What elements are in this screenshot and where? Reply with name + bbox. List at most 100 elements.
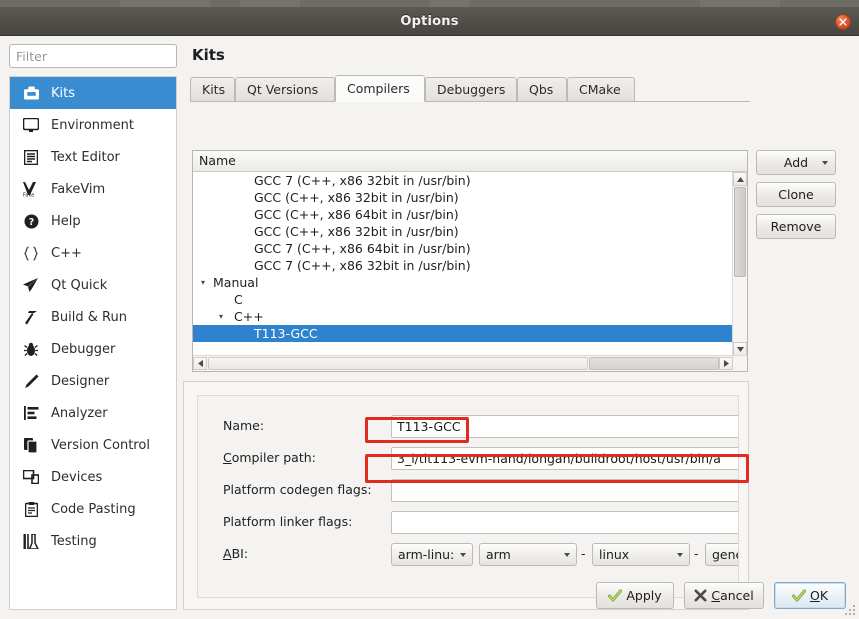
tree-vscroll-thumb[interactable] — [734, 187, 746, 277]
platform-linker-flags-input[interactable] — [391, 511, 738, 534]
name-label: Name: — [223, 418, 265, 433]
sidebar-item-kits[interactable]: Kits — [10, 77, 176, 109]
sidebar-item-code-pasting[interactable]: Code Pasting — [10, 493, 176, 525]
platform-codegen-flags-input[interactable] — [391, 479, 738, 502]
hammer-icon — [20, 308, 42, 326]
sidebar-item-label: C++ — [51, 245, 82, 261]
tree-row-label: GCC 7 (C++, x86 32bit in /usr/bin) — [254, 173, 471, 188]
scroll-down-icon[interactable] — [733, 342, 747, 356]
sidebar-item-label: FakeVim — [51, 181, 106, 197]
add-button-label: Add — [783, 155, 809, 170]
desktop-background-strip — [0, 0, 859, 7]
form-row-linker-flags: Platform linker flags: — [198, 508, 738, 536]
sidebar-item-cpp[interactable]: C++ — [10, 237, 176, 269]
abi-label: ABI: — [223, 546, 249, 561]
tree-row-manual[interactable]: ▾ Manual — [193, 274, 733, 291]
clone-button[interactable]: Clone — [756, 182, 836, 207]
tree-row-label: GCC (C++, x86 32bit in /usr/bin) — [254, 190, 459, 205]
question-circle-icon: ? — [20, 212, 42, 230]
sidebar-item-debugger[interactable]: Debugger — [10, 333, 176, 365]
tree-row[interactable]: GCC (C++, x86 64bit in /usr/bin) — [193, 206, 733, 223]
window-title: Options — [400, 14, 459, 29]
pencil-icon — [20, 372, 42, 390]
cancel-button[interactable]: Cancel — [684, 582, 764, 609]
paper-plane-icon — [20, 276, 42, 294]
sidebar-item-label: Code Pasting — [51, 501, 136, 517]
title-bar: Options — [0, 7, 859, 36]
tab-qt-versions[interactable]: Qt Versions — [235, 77, 335, 102]
tab-qbs[interactable]: Qbs — [517, 77, 567, 102]
add-button[interactable]: Add — [756, 150, 836, 175]
abi-os-select[interactable]: linux — [592, 543, 690, 566]
tree-hscroll-track-right[interactable] — [589, 357, 719, 370]
tab-kits[interactable]: Kits — [190, 77, 235, 102]
remove-button[interactable]: Remove — [756, 214, 836, 239]
compiler-path-label: Compiler path: — [223, 450, 316, 465]
abi-architecture-select[interactable]: arm — [479, 543, 577, 566]
sidebar-item-environment[interactable]: Environment — [10, 109, 176, 141]
compiler-path-input[interactable] — [391, 447, 738, 470]
sidebar-item-version-control[interactable]: Version Control — [10, 429, 176, 461]
compiler-tree: Name GCC 7 (C++, x86 32bit in /usr/bin) … — [192, 150, 748, 372]
devices-icon — [20, 468, 42, 486]
abi-flavor-value: generic — [712, 547, 738, 562]
sidebar-item-designer[interactable]: Designer — [10, 365, 176, 397]
sidebar-item-text-editor[interactable]: Text Editor — [10, 141, 176, 173]
name-input[interactable] — [391, 415, 738, 438]
tree-row-label: T113-GCC — [254, 326, 318, 341]
tree-vertical-scrollbar[interactable] — [732, 172, 747, 356]
tab-cmake[interactable]: CMake — [567, 77, 635, 102]
sidebar-item-qt-quick[interactable]: Qt Quick — [10, 269, 176, 301]
sidebar-item-analyzer[interactable]: Analyzer — [10, 397, 176, 429]
monitor-icon — [20, 116, 42, 134]
abi-flavor-select[interactable]: generic — [705, 543, 738, 566]
scroll-right-icon[interactable] — [719, 357, 733, 370]
apply-button-label: Apply — [626, 588, 662, 603]
tree-row-t113-gcc[interactable]: T113-GCC — [193, 325, 733, 342]
abi-separator-1: - — [581, 546, 586, 561]
checkmark-icon — [608, 589, 623, 603]
tab-debuggers[interactable]: Debuggers — [425, 77, 517, 102]
tree-row[interactable]: GCC 7 (C++, x86 32bit in /usr/bin) — [193, 172, 733, 189]
tree-row[interactable]: GCC 7 (C++, x86 32bit in /usr/bin) — [193, 257, 733, 274]
clipboard-icon — [20, 500, 42, 518]
close-x-icon — [694, 589, 707, 603]
close-icon[interactable] — [835, 14, 851, 30]
abi-preset-select[interactable]: arm-linu: — [391, 543, 473, 566]
options-category-list: Kits Environment Text Editor Fake FakeVi… — [9, 76, 177, 610]
copy-files-icon — [20, 436, 42, 454]
options-dialog-window: Options Kits Environment — [0, 0, 859, 619]
checkmark-icon — [791, 589, 806, 603]
sidebar-item-label: Help — [51, 213, 81, 229]
abi-architecture-value: arm — [486, 547, 511, 562]
sidebar-item-help[interactable]: ? Help — [10, 205, 176, 237]
ok-button[interactable]: OK — [774, 582, 846, 609]
tree-row[interactable]: GCC 7 (C++, x86 64bit in /usr/bin) — [193, 240, 733, 257]
sidebar-item-label: Qt Quick — [51, 277, 108, 293]
filter-input[interactable] — [9, 44, 177, 68]
form-row-abi: ABI: arm-linu: arm - linux - gen — [198, 540, 738, 568]
tree-row-cpp[interactable]: ▾ C++ — [193, 308, 733, 325]
sidebar-item-build-and-run[interactable]: Build & Run — [10, 301, 176, 333]
tree-row-label: GCC 7 (C++, x86 32bit in /usr/bin) — [254, 258, 471, 273]
sidebar-item-label: Build & Run — [51, 309, 127, 325]
tree-hscroll-thumb[interactable] — [208, 357, 588, 370]
sidebar-item-testing[interactable]: Testing — [10, 525, 176, 557]
tree-row[interactable]: GCC (C++, x86 32bit in /usr/bin) — [193, 189, 733, 206]
svg-text:?: ? — [28, 217, 34, 228]
expander-icon: ▾ — [200, 278, 205, 287]
sidebar-item-devices[interactable]: Devices — [10, 461, 176, 493]
braces-icon — [20, 244, 42, 262]
tree-row-c[interactable]: C — [193, 291, 733, 308]
apply-button[interactable]: Apply — [596, 582, 674, 609]
tab-compilers[interactable]: Compilers — [335, 75, 425, 102]
bars-chart-icon — [20, 404, 42, 422]
resize-grip[interactable] — [843, 603, 857, 617]
chevron-down-icon — [564, 553, 570, 557]
scroll-up-icon[interactable] — [733, 172, 747, 186]
tree-horizontal-scrollbar[interactable] — [193, 355, 747, 371]
form-row-codegen-flags: Platform codegen flags: — [198, 476, 738, 504]
scroll-left-icon[interactable] — [193, 357, 207, 370]
tree-row[interactable]: GCC (C++, x86 32bit in /usr/bin) — [193, 223, 733, 240]
sidebar-item-fakevim[interactable]: Fake FakeVim — [10, 173, 176, 205]
